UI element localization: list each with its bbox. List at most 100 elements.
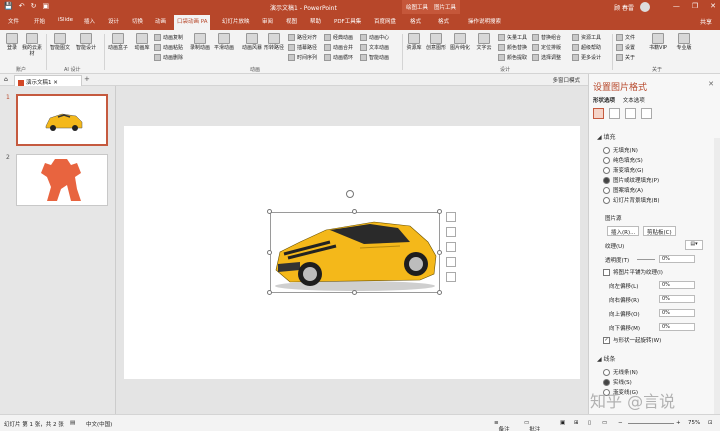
animation-merge[interactable]: 动画合并 [324,44,353,51]
spellcheck-icon[interactable]: ▤ [70,420,75,426]
insert-icon[interactable] [446,227,456,237]
offset-bottom-input[interactable]: 0% [659,323,695,331]
resize-handle[interactable] [352,290,357,295]
animation-delete[interactable]: 动画删除 [154,54,183,61]
transparency-input[interactable]: 0% [659,255,695,263]
pro-version-button[interactable]: 专业版 [674,33,694,51]
slide-thumbnail-1[interactable] [16,94,108,146]
tab-format-drawing[interactable]: 格式 [410,17,421,25]
tab-pdf-tools[interactable]: PDF工具集 [334,17,361,25]
record-animation-button[interactable]: 录制动画 [190,33,210,51]
resize-handle[interactable] [437,209,442,214]
tab-slideshow[interactable]: 幻灯片放映 [222,17,250,25]
tab-pocket-animation[interactable]: 口袋动画 PA [174,15,211,30]
settings-menu[interactable]: 设置 [616,44,635,51]
smooth-animation-button[interactable]: 平滑动画 [214,33,234,51]
offset-left-input[interactable]: 0% [659,281,695,289]
creative-shape-button[interactable]: 创意图形 [426,33,446,51]
close-pane-icon[interactable]: ✕ [708,80,714,88]
fill-section-header[interactable]: ◢ 填充 [597,132,616,141]
fill-picture-option[interactable]: 图片或纹理填充(P) [603,176,659,184]
slide-canvas[interactable] [124,126,580,379]
rotate-with-shape-checkbox[interactable]: 与形状一起旋转(W) [603,336,661,344]
zoom-level[interactable]: 75% [688,420,700,426]
size-properties-icon[interactable] [625,108,636,119]
about-menu[interactable]: 关于 [616,54,635,61]
fill-gradient-option[interactable]: 渐变填充(G) [603,166,644,174]
view-reading-icon[interactable]: ▯ [588,420,591,426]
path-align[interactable]: 路径对齐 [288,34,317,41]
avatar[interactable] [640,2,650,12]
share-button[interactable]: 共享 [700,17,712,26]
insert-picture-button[interactable]: 插入(R)... [607,226,640,236]
comments-button[interactable]: ▭ 批注 [524,420,540,431]
resize-handle[interactable] [267,250,272,255]
replace-group[interactable]: 替换组合 [532,34,561,41]
transparency-slider[interactable] [637,259,655,260]
tab-transitions[interactable]: 切换 [132,17,143,25]
classic-animation[interactable]: 经典动画 [324,34,353,41]
minimize-icon[interactable]: — [673,2,680,10]
more-design[interactable]: 更多设计 [572,54,601,61]
smart-graphic-button[interactable]: 智能图文 [50,33,70,51]
tell-me-search[interactable]: 操作说明搜索 [468,17,501,25]
view-slideshow-icon[interactable]: ▭ [602,420,607,426]
close-icon[interactable]: ✕ [710,2,716,10]
zoom-in-icon[interactable]: + [676,420,681,426]
tab-view[interactable]: 视图 [286,17,297,25]
tab-islide[interactable]: iSlide [58,17,73,23]
super-help[interactable]: 超级帮助 [572,44,601,51]
tile-checkbox[interactable]: 将图片平铺为纹理(I) [603,268,663,276]
tab-file[interactable]: 文件 [8,17,19,25]
vector-tools[interactable]: 矢量工具 [498,34,527,41]
tab-design[interactable]: 设计 [108,17,119,25]
resize-handle[interactable] [437,250,442,255]
offset-top-input[interactable]: 0% [659,309,695,317]
resource-tools[interactable]: 资源工具 [572,34,601,41]
animation-storm-button[interactable]: 动画风暴 [242,33,262,51]
style-icon[interactable] [446,272,456,282]
redo-icon[interactable]: ↻ [31,2,37,10]
shape-to-path-button[interactable]: 形转路径 [264,33,284,51]
text-animation[interactable]: 文本动画 [360,44,389,51]
slide-thumbnail-2[interactable] [16,154,108,206]
language-indicator[interactable]: 中文(中国) [86,420,112,428]
fill-pattern-option[interactable]: 图案填充(A) [603,186,643,194]
resize-handle[interactable] [267,209,272,214]
line-section-header[interactable]: ◢ 线条 [597,354,616,363]
login-button[interactable]: 登录 [2,33,22,51]
time-sequence[interactable]: 时间序列 [288,54,317,61]
offset-right-input[interactable]: 0% [659,295,695,303]
fill-background-option[interactable]: 幻灯片背景填充(B) [603,196,660,204]
user-name[interactable]: 顾 春雷 [614,3,634,12]
pane-scrollbar[interactable] [714,138,720,414]
tab-shape-options[interactable]: 形状选项 [593,98,615,104]
document-tab[interactable]: 演示文稿1 ✕ [14,75,82,86]
animation-box-button[interactable]: 动画盒子 [108,33,128,51]
smart-animation[interactable]: 智能动画 [360,54,389,61]
clipboard-button[interactable]: 剪贴板(C) [643,226,676,236]
save-icon[interactable]: 💾 [4,2,13,10]
crop-icon[interactable] [446,257,456,267]
resize-handle[interactable] [352,209,357,214]
animation-library-button[interactable]: 动画库 [132,33,152,51]
animation-loop[interactable]: 动画循环 [324,54,353,61]
resource-library-button[interactable]: 资源库 [404,33,424,51]
animation-copy[interactable]: 动画复制 [154,34,183,41]
position-layout[interactable]: 定位排版 [532,44,561,51]
word-cloud-button[interactable]: 文字云 [474,33,494,51]
book-vip-button[interactable]: 书籍VIP [648,33,668,51]
my-cloud-button[interactable]: 我的云素材 [22,33,42,57]
select-adjust[interactable]: 选择调整 [532,54,561,61]
file-menu[interactable]: 文件 [616,34,635,41]
picture-purify-button[interactable]: 图片纯化 [450,33,470,51]
start-slideshow-icon[interactable]: ▣ [42,2,49,10]
line-none-option[interactable]: 无线条(N) [603,368,638,376]
home-icon[interactable]: ⌂ [4,76,8,83]
tab-review[interactable]: 审阅 [262,17,273,25]
copy-icon[interactable] [446,242,456,252]
tab-help[interactable]: 帮助 [310,17,321,25]
multi-window-mode[interactable]: 多窗口模式 [552,76,580,84]
color-replace[interactable]: 颜色替换 [498,44,527,51]
smart-design-button[interactable]: 智能设计 [76,33,96,51]
